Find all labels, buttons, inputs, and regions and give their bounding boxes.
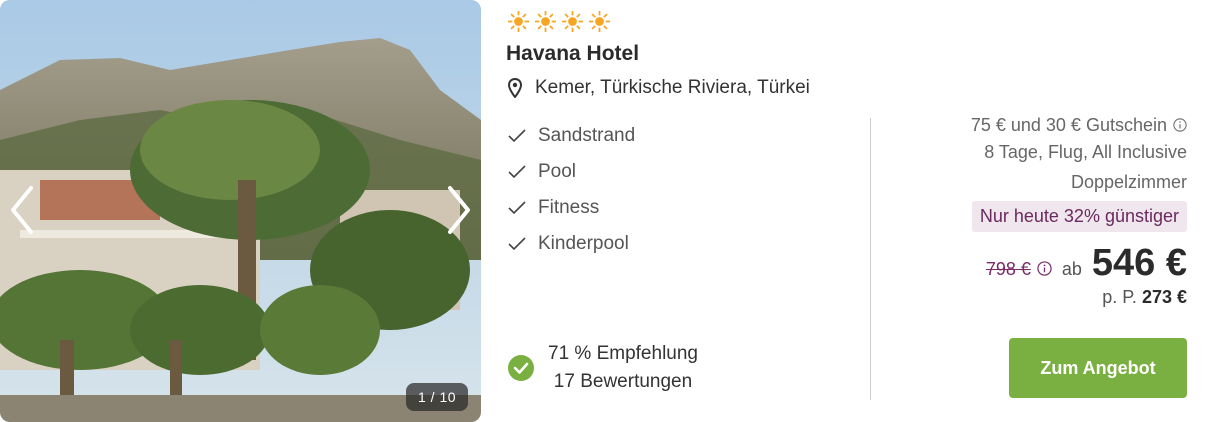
recommendation-percent: 71 % Empfehlung xyxy=(548,343,698,364)
feature-label: Sandstrand xyxy=(538,125,636,146)
from-label: ab xyxy=(1061,259,1082,279)
sun-star-icon xyxy=(535,11,556,32)
info-icon[interactable] xyxy=(1173,118,1187,132)
package-details: 8 Tage, Flug, All Inclusive xyxy=(984,142,1187,162)
checkmark-icon xyxy=(508,129,526,143)
location-text: Kemer, Türkische Riviera, Türkei xyxy=(535,77,810,98)
rating-text: 71 % Empfehlung 17 Bewertungen xyxy=(548,340,698,396)
per-person-price: p. P. 273 € xyxy=(887,287,1187,308)
per-person-amount: 273 € xyxy=(1141,287,1187,307)
feature-item: Pool xyxy=(508,154,635,190)
hotel-image-gallery[interactable]: 1 / 10 xyxy=(0,0,481,422)
feature-item: Kinderpool xyxy=(508,226,635,262)
map-pin-icon xyxy=(508,78,522,98)
recommendation-rating[interactable]: 71 % Empfehlung 17 Bewertungen xyxy=(508,340,698,396)
view-offer-button[interactable]: Zum Angebot xyxy=(1009,338,1187,398)
checkmark-icon xyxy=(508,237,526,251)
hotel-location: Kemer, Türkische Riviera, Türkei xyxy=(508,77,810,99)
deal-badge: Nur heute 32% günstiger xyxy=(971,201,1187,232)
sun-star-icon xyxy=(562,11,583,32)
chevron-left-icon xyxy=(11,186,33,234)
total-price: 546 € xyxy=(1091,242,1187,284)
gallery-counter: 1 / 10 xyxy=(406,383,468,411)
feature-label: Fitness xyxy=(538,197,600,218)
old-price: 798 € xyxy=(985,259,1031,279)
checkmark-icon xyxy=(508,201,526,215)
feature-list: Sandstrand Pool Fitness Kinderpool xyxy=(508,118,635,262)
chevron-right-icon xyxy=(448,186,470,234)
voucher-text: 75 € und 30 € Gutschein xyxy=(970,114,1167,135)
hotel-star-rating xyxy=(508,11,610,32)
checkmark-icon xyxy=(508,165,526,179)
room-type: Doppelzimmer xyxy=(1070,172,1187,192)
feature-item: Sandstrand xyxy=(508,118,635,154)
sun-star-icon xyxy=(508,11,529,32)
per-person-label: p. P. xyxy=(1102,287,1137,307)
gallery-next-button[interactable] xyxy=(439,180,479,240)
feature-label: Kinderpool xyxy=(538,233,629,254)
hotel-photo xyxy=(0,0,481,422)
review-count: 17 Bewertungen xyxy=(553,371,693,392)
sun-star-icon xyxy=(589,11,610,32)
column-divider xyxy=(870,118,871,400)
feature-item: Fitness xyxy=(508,190,635,226)
gallery-prev-button[interactable] xyxy=(2,180,42,240)
price-row: 798 € ab 546 € xyxy=(887,242,1187,285)
info-icon[interactable] xyxy=(1037,261,1052,276)
check-circle-icon xyxy=(508,355,534,381)
hotel-name[interactable]: Havana Hotel xyxy=(506,42,639,66)
feature-label: Pool xyxy=(538,161,577,182)
price-panel: 75 € und 30 € Gutschein 8 Tage, Flug, Al… xyxy=(887,112,1187,308)
voucher-info: 75 € und 30 € Gutschein xyxy=(887,112,1187,138)
